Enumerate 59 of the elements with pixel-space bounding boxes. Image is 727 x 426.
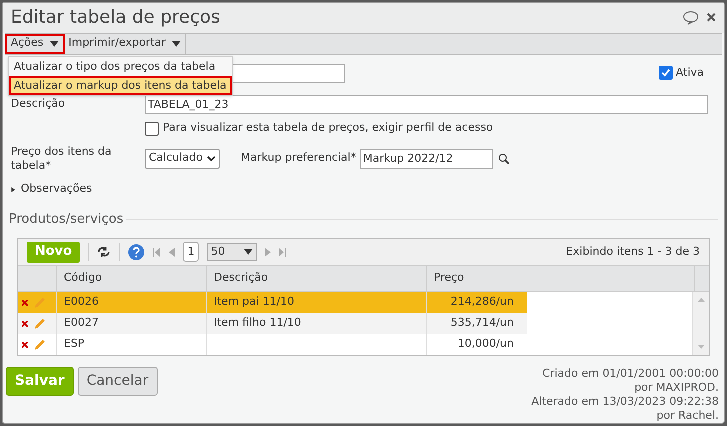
checkbox[interactable] bbox=[659, 66, 674, 80]
field-label: Markup preferencial* bbox=[241, 150, 356, 166]
caret-icon bbox=[172, 40, 182, 46]
table-cell: E0026 bbox=[57, 292, 207, 313]
next-page-icon[interactable] bbox=[265, 248, 272, 256]
checkbox-label: Para visualizar esta tabela de preços, exigir perfil de acesso bbox=[163, 120, 494, 136]
column-header[interactable]: Código bbox=[57, 266, 207, 291]
expand-icon bbox=[11, 186, 16, 194]
checkbox[interactable] bbox=[145, 122, 159, 136]
table-row[interactable]: ESP 10,000/un bbox=[18, 334, 692, 355]
chevron-icon bbox=[207, 156, 216, 162]
caret-icon bbox=[244, 249, 254, 255]
close-icon[interactable] bbox=[707, 13, 716, 22]
input-field[interactable]: TABELA_01_23 bbox=[145, 94, 708, 114]
previous-page-icon[interactable] bbox=[169, 248, 176, 256]
audit-text: por MAXIPROD. bbox=[634, 381, 719, 395]
comment-icon[interactable] bbox=[683, 10, 699, 25]
page-field[interactable]: 1 bbox=[183, 242, 200, 262]
audit-text: Alterado em 13/03/2023 09:22:38 bbox=[532, 395, 719, 409]
cancel-button[interactable]: Cancelar bbox=[78, 367, 158, 396]
paging-summary: Exibindo itens 1 - 3 de 3 bbox=[566, 244, 700, 260]
column-header[interactable]: Preço bbox=[427, 266, 695, 291]
menu-item[interactable]: Atualizar o markup dos itens da tabela bbox=[9, 76, 232, 95]
table-cell: E0027 bbox=[57, 313, 207, 334]
window-title: Editar tabela de preços bbox=[11, 6, 222, 30]
table-row[interactable]: E0027 Item filho 11/10 535,714/un bbox=[18, 313, 692, 334]
pencil-icon[interactable] bbox=[34, 338, 46, 350]
search-icon[interactable] bbox=[498, 152, 510, 164]
scroll-down-icon[interactable] bbox=[698, 345, 704, 349]
column-header[interactable]: Descrição bbox=[207, 266, 427, 291]
page-size-select[interactable]: 50 bbox=[207, 243, 258, 261]
first-page-icon[interactable] bbox=[153, 248, 162, 256]
table-cell: Item filho 11/10 bbox=[207, 313, 427, 334]
menu-button[interactable]: Ações bbox=[5, 34, 65, 54]
last-page-icon[interactable] bbox=[279, 248, 288, 256]
select-field[interactable]: Calculado bbox=[145, 148, 220, 168]
delete-icon[interactable] bbox=[22, 300, 28, 306]
delete-icon[interactable] bbox=[22, 342, 28, 348]
table-row[interactable]: E0026 Item pai 11/10 214,286/un bbox=[18, 292, 692, 313]
section-title: Produtos/serviços bbox=[9, 210, 124, 228]
table-cell: 214,286/un bbox=[427, 292, 527, 313]
table-cell: 535,714/un bbox=[427, 313, 527, 334]
field-label: Preço dos itens da tabela* bbox=[11, 144, 113, 172]
caret-icon bbox=[50, 40, 59, 46]
field-label: Descrição bbox=[11, 96, 66, 112]
menu-item[interactable]: Atualizar o tipo dos preços da tabela bbox=[9, 57, 232, 76]
audit-text: Criado em 01/01/2001 00:00:00 bbox=[542, 367, 719, 381]
pencil-icon[interactable] bbox=[34, 318, 46, 330]
checkbox-label: Ativa bbox=[676, 64, 704, 81]
scroll-up-icon[interactable] bbox=[698, 298, 704, 302]
expander[interactable]: Observações bbox=[11, 180, 716, 200]
audit-text: por Rachel. bbox=[656, 409, 719, 423]
table-cell: Item pai 11/10 bbox=[207, 292, 427, 313]
menu-button[interactable]: Imprimir/exportar bbox=[64, 34, 186, 54]
help-icon[interactable] bbox=[128, 244, 146, 260]
input-field[interactable]: Markup 2022/12 bbox=[360, 148, 494, 168]
scrollbar[interactable] bbox=[692, 292, 709, 355]
delete-icon[interactable] bbox=[22, 320, 28, 326]
refresh-icon[interactable] bbox=[97, 246, 112, 258]
